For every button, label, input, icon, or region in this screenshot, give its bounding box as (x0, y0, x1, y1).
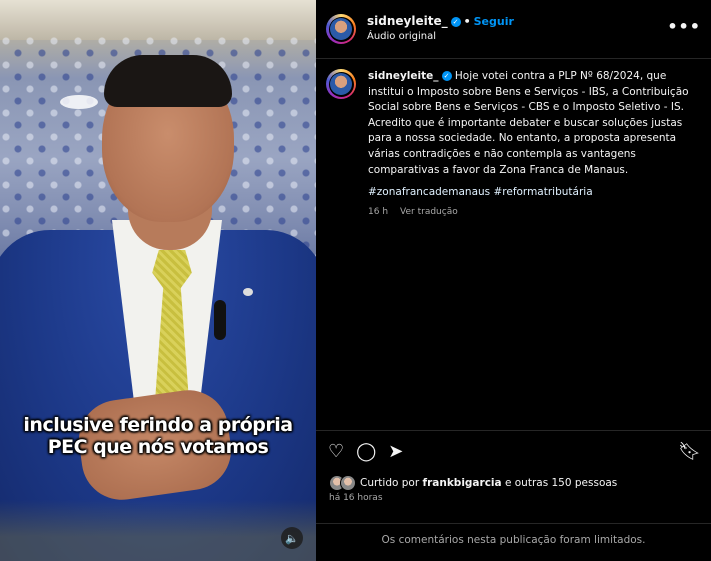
header-username-row: sidneyleite_ ✓ • Seguir (367, 14, 514, 28)
caption-text: Hoje votei contra a PLP Nº 68/2024, que … (368, 70, 689, 176)
lapel-pin (243, 288, 253, 296)
comment-icon[interactable]: ◯ (356, 441, 376, 463)
video-subtitle-line-1: inclusive ferindo a própria (23, 414, 293, 436)
follow-button[interactable]: Seguir (474, 15, 514, 28)
verified-badge-icon: ✓ (450, 16, 461, 27)
action-icons: ♡ ◯ ➤ (328, 441, 403, 463)
more-options-icon[interactable]: ••• (667, 17, 701, 36)
video-floor (0, 500, 316, 561)
comments-limited-notice: Os comentários nesta publicação foram li… (316, 523, 711, 546)
likes-text: Curtido por frankbigarcia e outras 150 p… (360, 477, 617, 489)
separator-dot: • (463, 15, 471, 28)
avatar[interactable] (326, 69, 356, 99)
header-username[interactable]: sidneyleite_ (367, 14, 448, 28)
original-audio-link[interactable]: Áudio original (367, 31, 436, 42)
post-caption: sidneyleite_ ✓ Hoje votei contra a PLP Nº… (368, 69, 698, 178)
share-icon[interactable]: ➤ (388, 441, 403, 463)
video-light (60, 95, 98, 109)
post-actions: ♡ ◯ ➤ 🔖︎ Curtido por frankbigarcia e out… (316, 430, 711, 561)
video-subtitle-line-2: PEC que nós votamos (47, 436, 269, 458)
bookmark-icon[interactable]: 🔖︎ (678, 441, 701, 463)
hashtags[interactable]: #zonafrancademanaus #reformatributária (368, 186, 593, 198)
avatar-image (330, 73, 352, 95)
verified-badge-icon: ✓ (441, 71, 452, 81)
caption-username[interactable]: sidneyleite_ (368, 70, 439, 82)
reel-video[interactable]: inclusive ferindo a própria PEC que nós … (0, 0, 316, 561)
caption-meta: 16 h Ver tradução (368, 207, 470, 217)
posted-time: há 16 horas (329, 493, 383, 503)
liker-avatar (340, 475, 356, 491)
speaker-icon[interactable]: 🔈 (281, 527, 303, 549)
likes-summary[interactable]: Curtido por frankbigarcia e outras 150 p… (329, 475, 617, 491)
heart-icon[interactable]: ♡ (328, 441, 344, 463)
avatar-image (330, 18, 352, 40)
lapel-microphone (214, 300, 226, 340)
likes-user[interactable]: frankbigarcia (423, 477, 502, 489)
post-panel: sidneyleite_ ✓ • Seguir Áudio original ••• … (316, 0, 711, 561)
translate-link[interactable]: Ver tradução (400, 207, 458, 217)
post-header: sidneyleite_ ✓ • Seguir Áudio original ••• (316, 0, 711, 59)
video-ceiling (0, 0, 316, 40)
video-subtitle: inclusive ferindo a própria PEC que nós … (0, 414, 316, 458)
likes-prefix: Curtido por (360, 477, 420, 489)
post-caption-area: sidneyleite_ ✓ Hoje votei contra a PLP Nº… (316, 59, 711, 429)
avatar[interactable] (326, 14, 356, 44)
video-hair (104, 55, 232, 107)
likes-suffix[interactable]: e outras 150 pessoas (505, 477, 617, 489)
post-time: 16 h (368, 207, 389, 217)
